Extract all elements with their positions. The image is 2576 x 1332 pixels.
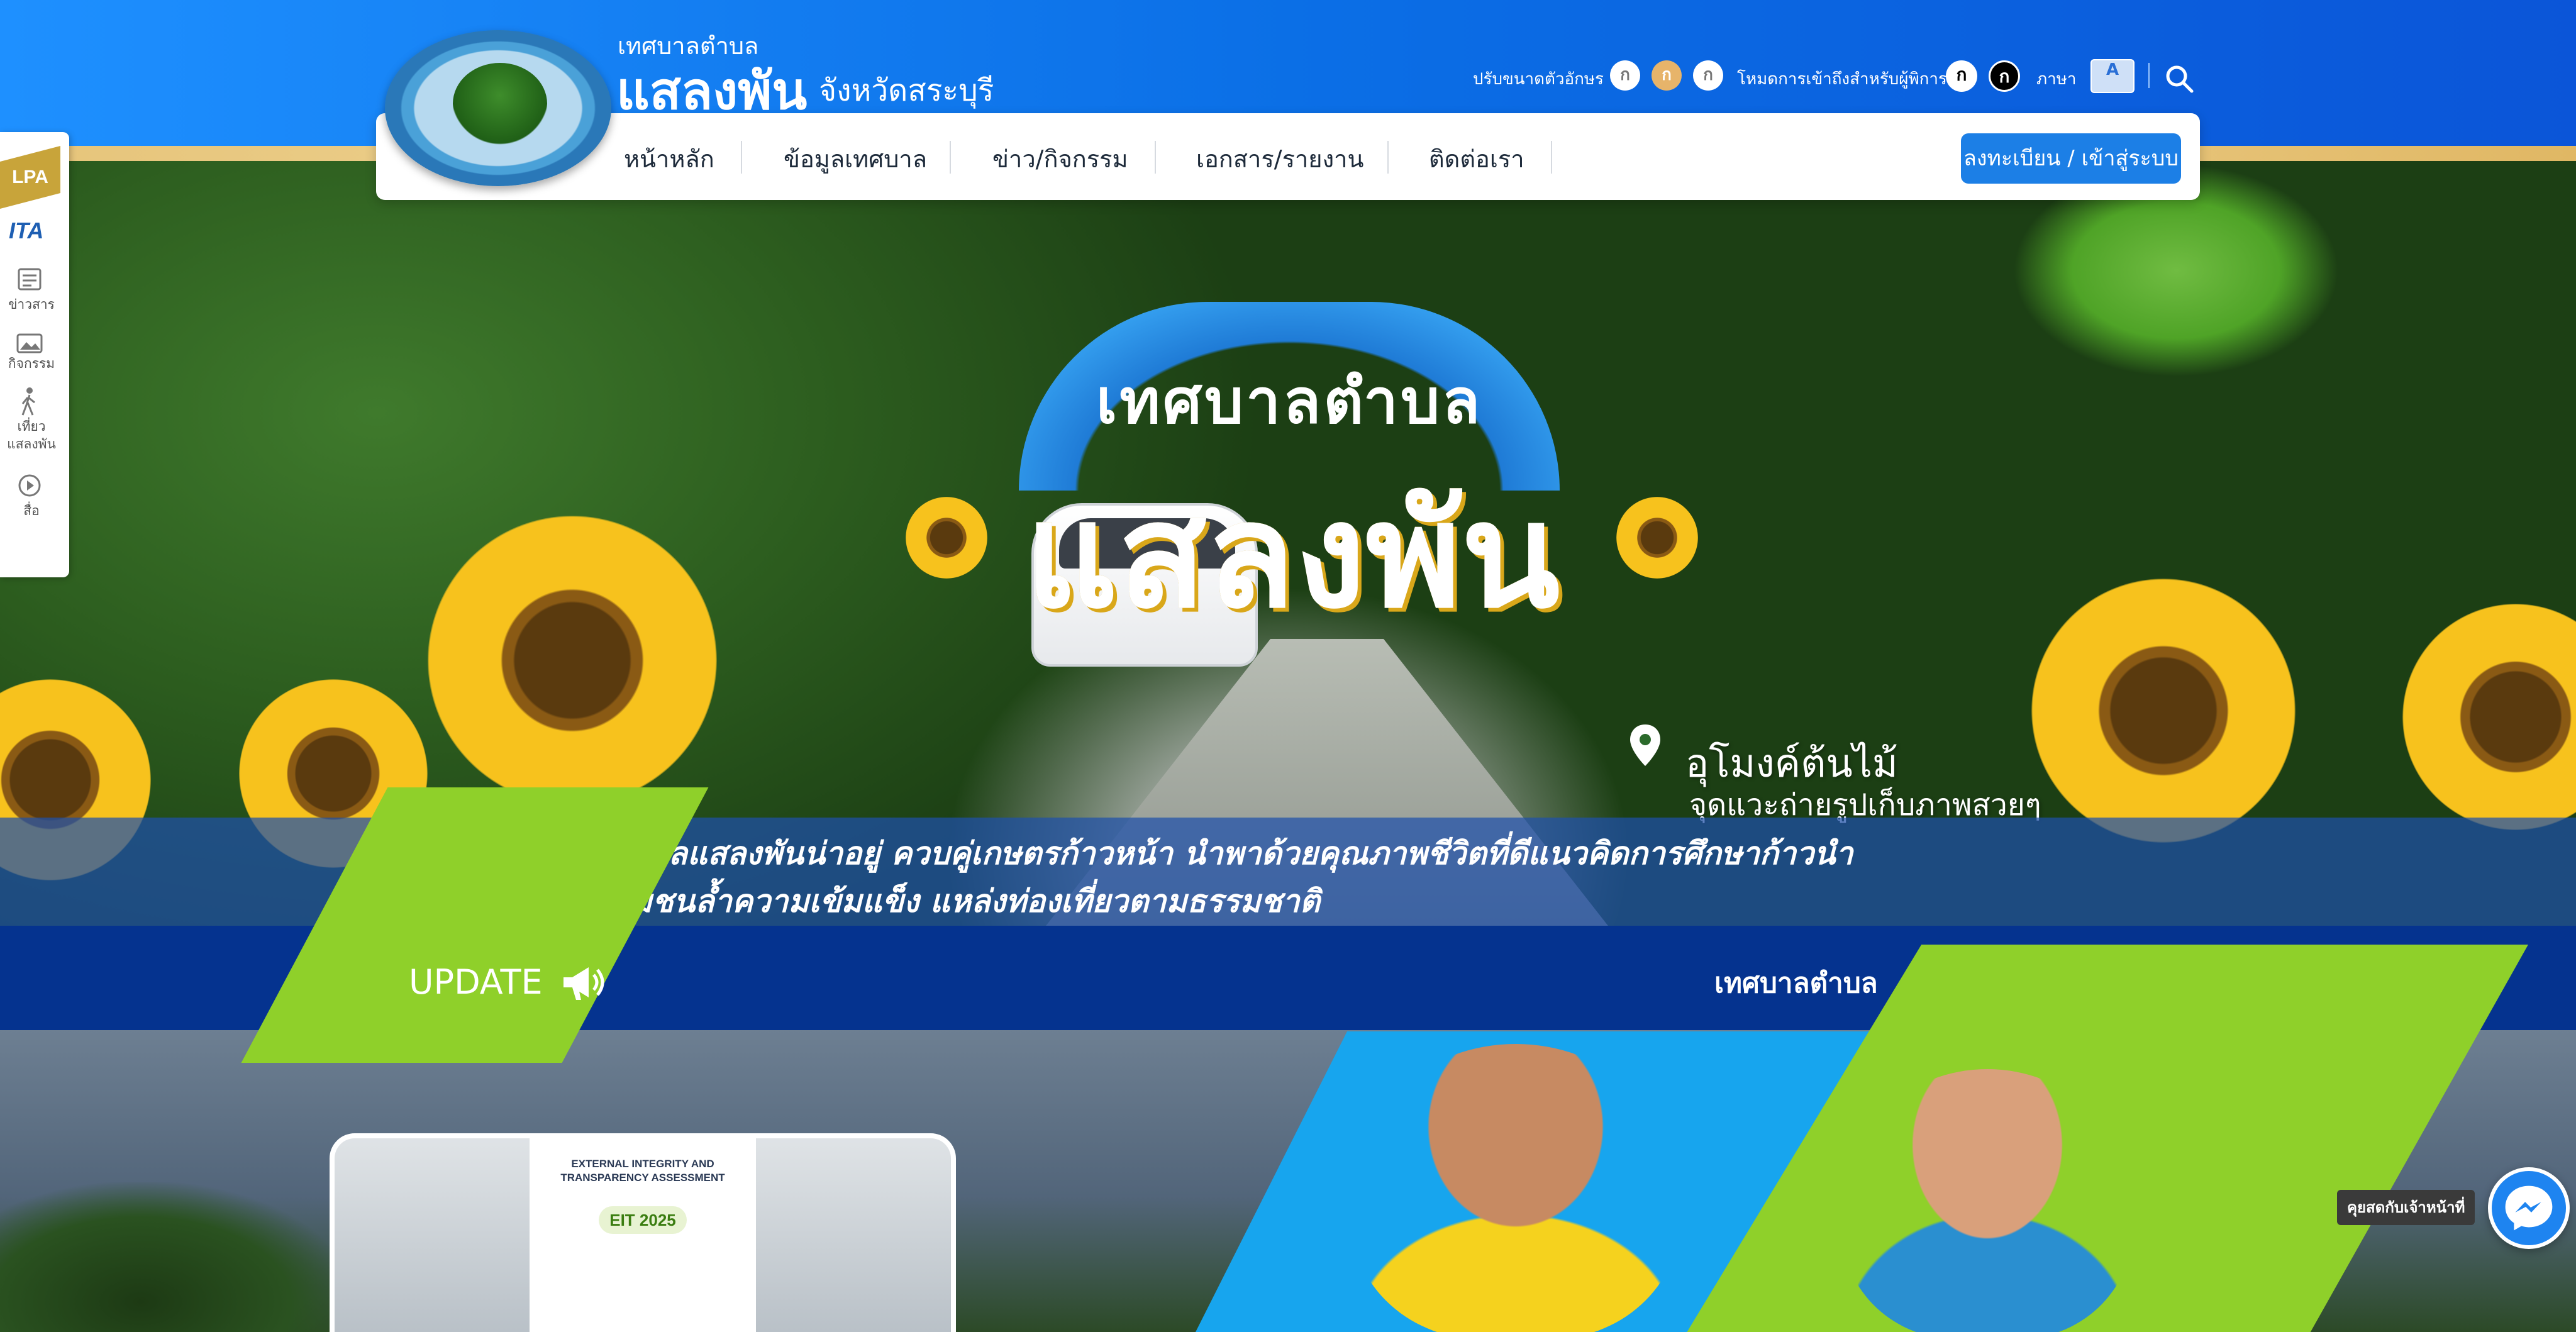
font-small-button[interactable]: ก [1610,60,1640,91]
nav-contact[interactable]: ติดต่อเรา [1429,140,1524,178]
sunflower-image [2031,579,2296,843]
font-size-label: ปรับขนาดตัวอักษร [1473,70,1604,89]
newspaper-icon[interactable] [14,267,45,292]
sidebar-label-activities[interactable]: กิจกรรม [0,355,63,372]
translate-icon[interactable]: A [2090,59,2135,93]
site-province: จังหวัดสระบุรี [819,73,994,108]
messenger-button[interactable] [2488,1167,2570,1249]
mayor-photo [1352,1044,1679,1332]
nav-home[interactable]: หน้าหลัก [624,140,714,178]
sidebar-label-news[interactable]: ข่าวสาร [0,296,63,313]
nav-news-activities[interactable]: ข่าว/กิจกรรม [992,140,1128,178]
update-label: UPDATE [409,962,543,1002]
sidebar-label-media[interactable]: สื่อ [0,502,63,519]
deputy-photo [1843,1069,2132,1332]
news-card[interactable]: EXTERNAL INTEGRITY AND TRANSPARENCY ASSE… [330,1133,956,1332]
megaphone-icon [564,967,604,1000]
eit-poster: EXTERNAL INTEGRITY AND TRANSPARENCY ASSE… [530,1138,756,1332]
messenger-icon [2505,1185,2553,1231]
nav-documents-reports[interactable]: เอกสาร/รายงาน [1196,140,1363,178]
image-icon[interactable] [14,331,45,356]
location-pin-icon [1630,724,1660,766]
language-label: ภาษา [2036,70,2077,89]
ita-badge[interactable]: ITA [9,218,43,244]
poster-badge: EIT 2025 [599,1206,687,1234]
logo-tree-icon [453,63,547,145]
slogan-line-1: ตำบลแสลงพันน่าอยู่ ควบคู่เกษตรก้าวหน้า น… [610,835,1853,872]
sidebar-label-travel[interactable]: เที่ยว แสลงพัน [0,418,63,453]
sunflower-image [906,497,987,579]
hero-title: แสลงพัน [1024,470,1560,640]
contrast-normal-button[interactable]: ก [1946,60,1977,92]
news-ticker[interactable]: เทศบาลตำบล [1714,961,1878,1005]
tree-silhouette [0,1182,352,1332]
utility-divider [2148,63,2150,88]
nav-divider [741,141,742,174]
nav-divider [950,141,951,174]
font-large-button[interactable]: ก [1693,60,1723,91]
nav-divider [1551,141,1552,174]
play-icon[interactable] [14,473,45,498]
poster-title: EXTERNAL INTEGRITY AND TRANSPARENCY ASSE… [560,1158,725,1184]
sunflower-image [428,516,717,805]
search-icon[interactable] [2163,63,2195,94]
sunflower-image [1616,497,1698,579]
site-title[interactable]: แสลงพัน [616,50,807,132]
accessibility-label: โหมดการเข้าถึงสำหรับผู้พิการ [1737,70,1947,89]
walking-person-icon[interactable] [14,386,45,418]
hero-arch-text: เทศบาลตำบล [1096,366,1483,438]
nav-divider [1387,141,1389,174]
nav-divider [1155,141,1156,174]
contrast-dark-button[interactable]: ก [1989,60,2020,92]
login-button[interactable]: ลงทะเบียน / เข้าสู่ระบบ [1961,133,2181,184]
font-medium-button[interactable]: ก [1652,60,1682,91]
live-chat-label[interactable]: คุยสดกับเจ้าหน้าที่ [2337,1190,2475,1225]
slogan-line-2: ชุมชนล้ำความเข้มแข็ง แหล่งท่องเที่ยวตามธ… [610,883,1320,919]
nav-municipality-info[interactable]: ข้อมูลเทศบาล [784,140,927,178]
